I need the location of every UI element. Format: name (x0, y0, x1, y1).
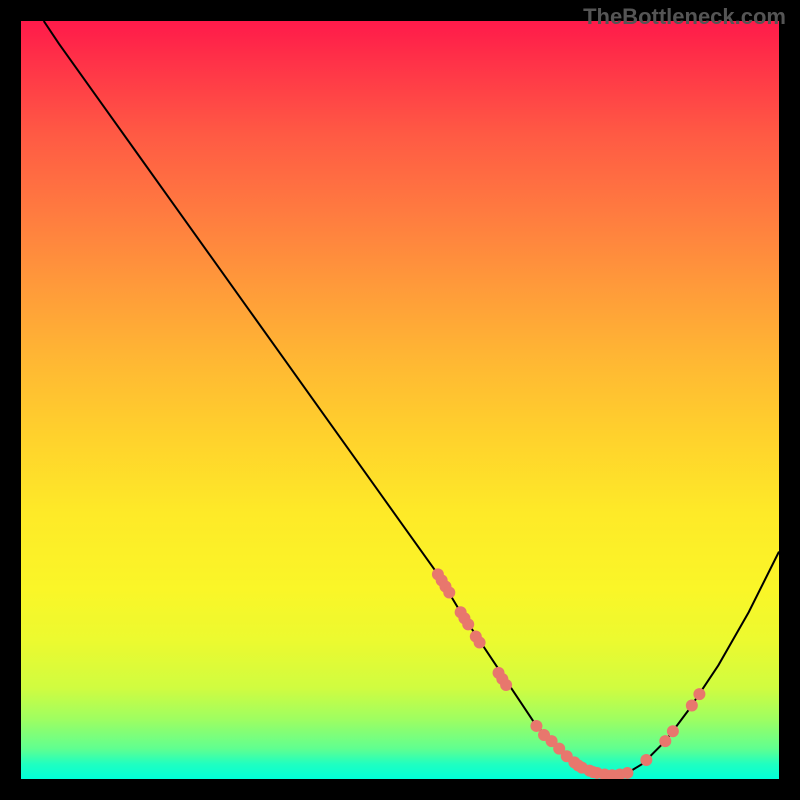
chart-marker (500, 679, 512, 691)
chart-marker (443, 587, 455, 599)
chart-marker (667, 725, 679, 737)
chart-marker (693, 688, 705, 700)
chart-marker (474, 637, 486, 649)
chart-markers-group (432, 568, 706, 779)
chart-marker (659, 735, 671, 747)
chart-curve-line (44, 21, 779, 775)
watermark-text: TheBottleneck.com (583, 4, 786, 30)
chart-marker (621, 767, 633, 779)
chart-marker (686, 699, 698, 711)
chart-plot-area (21, 21, 779, 779)
chart-marker (640, 754, 652, 766)
chart-marker (462, 618, 474, 630)
chart-svg (21, 21, 779, 779)
